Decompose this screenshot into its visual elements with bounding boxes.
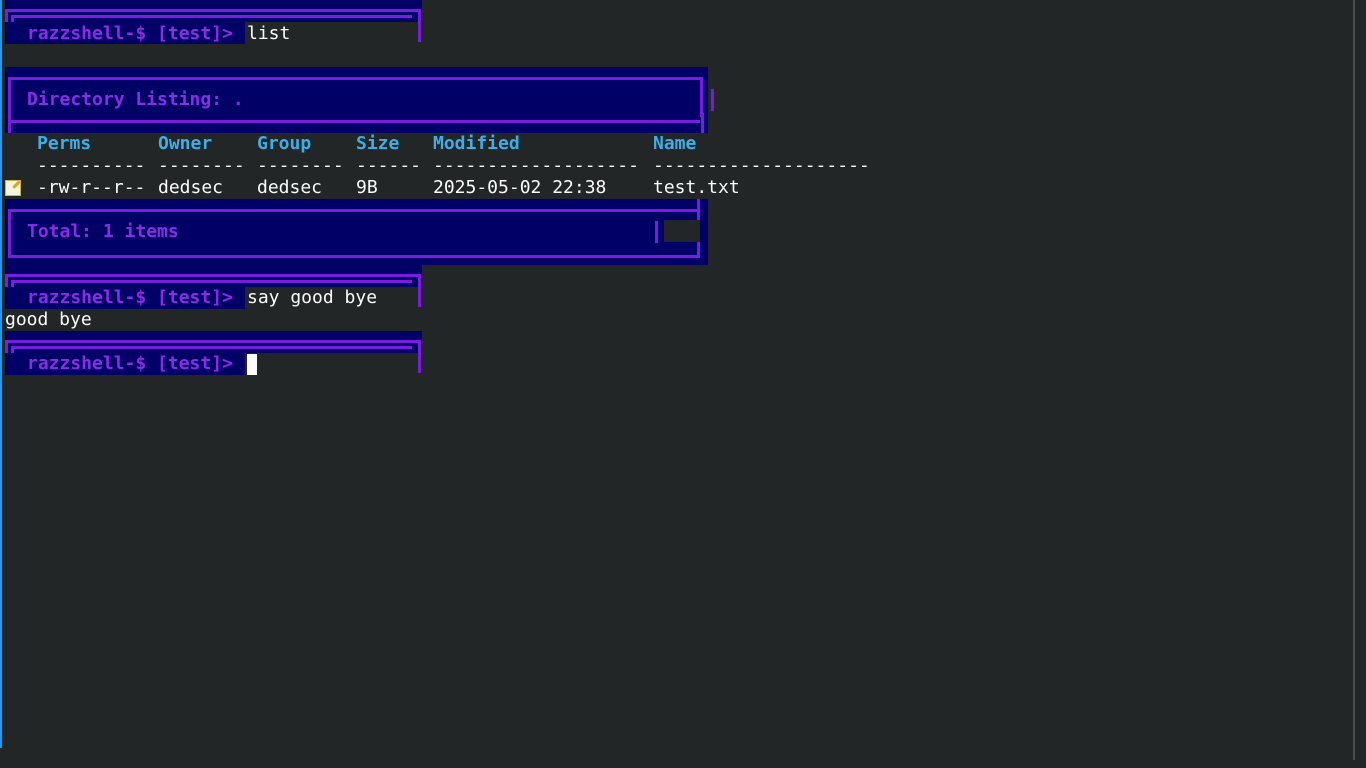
column-header-group: Group xyxy=(257,133,312,154)
cell-size: 9B xyxy=(356,177,378,198)
separator: -------- xyxy=(158,155,245,176)
scrollbar[interactable] xyxy=(1353,0,1355,760)
separator: -------- xyxy=(257,155,344,176)
command-text: say good bye xyxy=(247,287,378,308)
memo-icon xyxy=(5,180,21,196)
separator: ------------------- xyxy=(433,155,639,176)
cell-owner: dedsec xyxy=(158,177,224,198)
cell-perms: -rw-r--r-- xyxy=(37,177,146,198)
cell-group: dedsec xyxy=(257,177,323,198)
prompt-label: razzshell-$ [test]> xyxy=(27,353,233,374)
separator: ---------- xyxy=(37,155,146,176)
prompt-label: razzshell-$ [test]> xyxy=(27,23,233,44)
separator: -------------------- xyxy=(653,155,870,176)
text-cursor xyxy=(247,354,257,375)
prompt-label: razzshell-$ [test]> xyxy=(27,287,233,308)
command-text: list xyxy=(247,23,291,44)
column-header-owner: Owner xyxy=(158,133,213,154)
listing-total: Total: 1 items xyxy=(27,221,179,242)
column-header-name: Name xyxy=(653,133,697,154)
column-header-modified: Modified xyxy=(433,133,520,154)
window-left-border xyxy=(0,0,2,748)
cell-modified: 2025-05-02 22:38 xyxy=(433,177,607,198)
separator: ------ xyxy=(356,155,422,176)
column-header-perms: Perms xyxy=(37,133,92,154)
command-output: good bye xyxy=(5,309,92,330)
listing-title: Directory Listing: . xyxy=(27,89,244,110)
column-header-size: Size xyxy=(356,133,400,154)
cell-name: test.txt xyxy=(653,177,740,198)
